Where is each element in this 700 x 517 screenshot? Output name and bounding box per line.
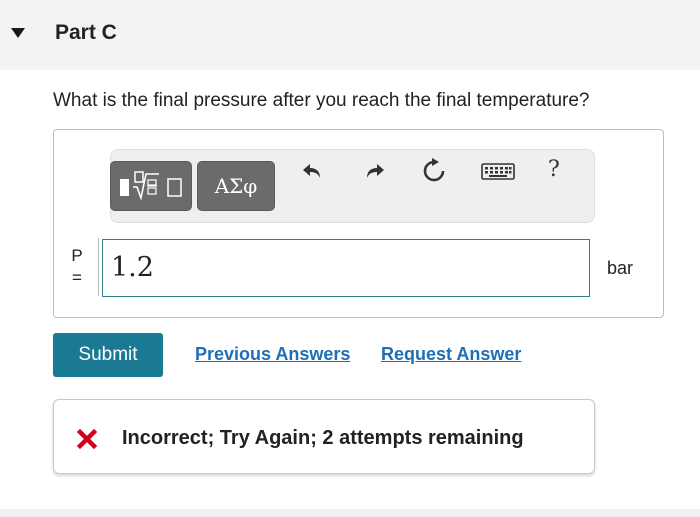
variable-name: P <box>71 246 83 265</box>
variable-label: P = <box>67 245 87 289</box>
part-header: Part C <box>0 0 700 70</box>
help-button[interactable]: ? <box>548 157 560 182</box>
divider <box>98 238 99 296</box>
keyboard-icon[interactable] <box>480 157 516 185</box>
submit-button[interactable]: Submit <box>53 333 163 377</box>
bottom-strip <box>0 509 700 517</box>
request-answer-link[interactable]: Request Answer <box>381 344 521 365</box>
feedback-message: Incorrect; Try Again; 2 attempts remaini… <box>122 427 524 449</box>
equals-sign: = <box>72 268 82 287</box>
unit-label: bar <box>607 258 634 278</box>
templates-sqrt-icon <box>120 171 182 201</box>
question-text: What is the final pressure after you rea… <box>53 90 590 111</box>
previous-answers-link[interactable]: Previous Answers <box>195 344 350 365</box>
incorrect-x-icon <box>76 428 98 450</box>
reset-icon[interactable] <box>420 157 448 185</box>
collapse-triangle-icon[interactable] <box>10 26 26 40</box>
redo-icon[interactable] <box>359 157 387 185</box>
answer-input[interactable]: 1.2 <box>102 239 590 297</box>
answer-box: ΑΣφ ? P = 1.2 bar <box>53 129 664 318</box>
part-title: Part C <box>55 21 117 44</box>
templates-button[interactable] <box>110 161 192 211</box>
feedback-box: Incorrect; Try Again; 2 attempts remaini… <box>53 399 595 474</box>
undo-icon[interactable] <box>300 157 328 185</box>
symbols-button[interactable]: ΑΣφ <box>197 161 275 211</box>
